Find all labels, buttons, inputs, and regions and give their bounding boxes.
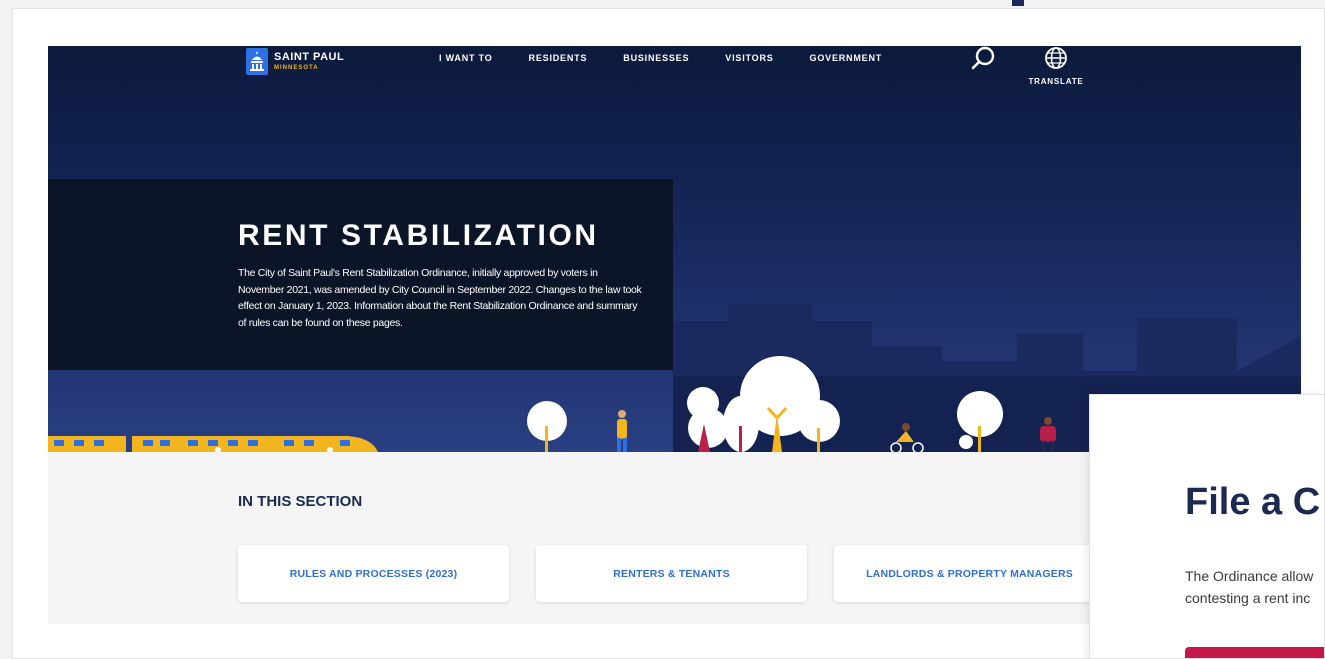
file-complaint-panel: File a C The Ordinance allow contesting … [1089,394,1325,659]
search-button[interactable] [971,46,997,72]
search-icon [971,46,995,70]
hero-text-panel: RENT STABILIZATION The City of Saint Pau… [48,179,673,370]
panel-action-button[interactable] [1185,647,1324,658]
panel-text-line-1: The Ordinance allow [1185,568,1314,584]
page-title: RENT STABILIZATION [238,219,599,252]
top-indicator [1012,0,1024,6]
card-landlords-property-managers[interactable]: LANDLORDS & PROPERTY MANAGERS [834,545,1105,602]
logo-name: SAINT PAUL [274,51,345,63]
nav-businesses[interactable]: BUSINESSES [623,53,689,63]
globe-icon [1045,47,1067,69]
panel-title: File a C [1185,481,1321,523]
main-navigation: SAINT PAUL MINNESOTA I WANT TO RESIDENTS… [48,46,1301,96]
panel-text: The Ordinance allow contesting a rent in… [1185,565,1324,609]
card-rules-and-processes[interactable]: RULES AND PROCESSES (2023) [238,545,509,602]
card-renters-tenants[interactable]: RENTERS & TENANTS [536,545,807,602]
nav-visitors[interactable]: VISITORS [725,53,773,63]
nav-government[interactable]: GOVERNMENT [810,53,883,63]
nav-residents[interactable]: RESIDENTS [529,53,588,63]
hero-banner: SAINT PAUL MINNESOTA I WANT TO RESIDENTS… [48,46,1301,452]
hero-description: The City of Saint Paul's Rent Stabilizat… [238,267,642,329]
translate-label: TRANSLATE [1028,77,1084,86]
capitol-logo-icon [246,48,268,75]
nav-links: I WANT TO RESIDENTS BUSINESSES VISITORS … [439,53,918,63]
section-heading: IN THIS SECTION [238,493,363,510]
nav-i-want-to[interactable]: I WANT TO [439,53,493,63]
panel-text-line-2: contesting a rent inc [1185,590,1311,606]
site-logo[interactable]: SAINT PAUL MINNESOTA [246,48,344,75]
translate-button[interactable]: TRANSLATE [1023,46,1089,86]
logo-state: MINNESOTA [274,65,319,71]
